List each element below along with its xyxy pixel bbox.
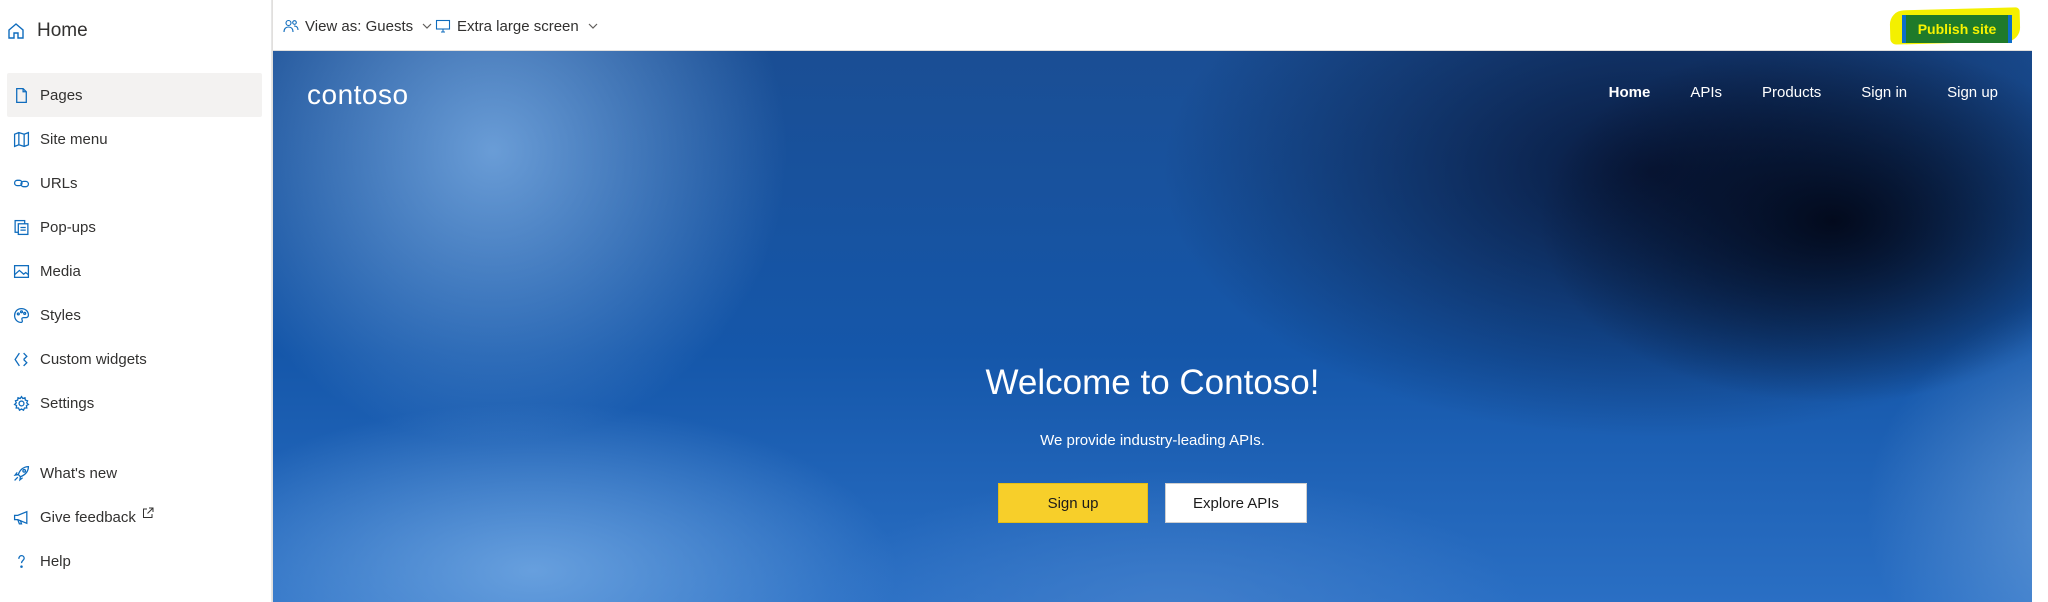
site-nav-sign-in[interactable]: Sign in — [1861, 84, 1907, 101]
sidebar-bottom-nav: What's new Give feedback Help — [7, 451, 262, 583]
rocket-icon — [13, 465, 30, 482]
sidebar-item-label: Help — [40, 552, 71, 570]
sidebar-item-site-menu[interactable]: Site menu — [7, 117, 262, 161]
sidebar-item-styles[interactable]: Styles — [7, 293, 262, 337]
home-label: Home — [37, 20, 88, 41]
home-link[interactable]: Home — [6, 18, 88, 44]
hero-sign-up-button[interactable]: Sign up — [998, 483, 1148, 523]
palette-icon — [13, 307, 30, 324]
sidebar-item-settings[interactable]: Settings — [7, 381, 262, 425]
site-nav-apis[interactable]: APIs — [1690, 84, 1722, 101]
editor-toolbar: View as: Guests Extra large screen Publi… — [272, 0, 2032, 51]
megaphone-icon — [13, 509, 30, 526]
home-icon — [8, 23, 24, 39]
external-link-icon — [142, 507, 154, 518]
sidebar-item-label: What's new — [40, 464, 118, 482]
page-preview-canvas[interactable]: contoso Home APIs Products Sign in Sign … — [272, 51, 2032, 602]
view-as-label: View as: Guests — [305, 17, 414, 35]
hero-section: Welcome to Contoso! We provide industry-… — [273, 363, 2032, 449]
sidebar-item-media[interactable]: Media — [7, 249, 262, 293]
gear-icon — [13, 394, 30, 412]
chevron-down-icon — [422, 23, 432, 29]
screen-size-label: Extra large screen — [457, 17, 579, 35]
page-icon — [13, 87, 30, 104]
sidebar-item-label: Site menu — [40, 130, 108, 148]
app-window: Home Pages Site menu URLs Pop-ups Media … — [0, 0, 2048, 602]
site-nav-home[interactable]: Home — [1609, 84, 1651, 101]
hero-buttons: Sign up Explore APIs — [273, 483, 2032, 523]
sidebar-item-whats-new[interactable]: What's new — [7, 451, 262, 495]
explore-apis-button[interactable]: Explore APIs — [1165, 483, 1307, 523]
publish-site-button[interactable]: Publish site — [1902, 15, 2012, 43]
sidebar-item-give-feedback[interactable]: Give feedback — [7, 495, 262, 539]
sidebar-item-pages[interactable]: Pages — [7, 73, 262, 117]
sidebar: Home Pages Site menu URLs Pop-ups Media … — [0, 0, 272, 602]
monitor-icon — [435, 19, 451, 33]
site-navigation: Home APIs Products Sign in Sign up — [1609, 84, 1998, 101]
sidebar-item-pop-ups[interactable]: Pop-ups — [7, 205, 262, 249]
sidebar-item-help[interactable]: Help — [7, 539, 262, 583]
sidebar-item-label: Pop-ups — [40, 218, 96, 236]
sidebar-item-label: Give feedback — [40, 508, 136, 526]
site-logo[interactable]: contoso — [307, 79, 409, 111]
view-as-dropdown[interactable]: View as: Guests — [283, 14, 433, 38]
chevron-down-icon — [588, 23, 598, 29]
site-nav-sign-up[interactable]: Sign up — [1947, 84, 1998, 101]
question-icon — [13, 553, 30, 570]
sidebar-item-custom-widgets[interactable]: Custom widgets — [7, 337, 262, 381]
hero-title: Welcome to Contoso! — [985, 363, 1320, 402]
hero-subtitle: We provide industry-leading APIs. — [1040, 432, 1265, 449]
people-icon — [283, 19, 299, 33]
link-icon — [13, 175, 30, 192]
sidebar-item-label: Custom widgets — [40, 350, 147, 368]
site-nav-products[interactable]: Products — [1762, 84, 1821, 101]
sidebar-nav: Pages Site menu URLs Pop-ups Media Style… — [7, 73, 262, 425]
sidebar-item-label: URLs — [40, 174, 78, 192]
image-icon — [13, 263, 30, 280]
map-icon — [13, 131, 30, 148]
popup-icon — [13, 219, 30, 236]
sidebar-item-label: Pages — [40, 86, 83, 104]
sidebar-item-label: Settings — [40, 394, 95, 412]
screen-size-dropdown[interactable]: Extra large screen — [435, 14, 599, 38]
sidebar-item-label: Styles — [40, 306, 81, 324]
sidebar-item-label: Media — [40, 262, 81, 280]
sidebar-item-urls[interactable]: URLs — [7, 161, 262, 205]
widget-icon — [13, 351, 30, 368]
